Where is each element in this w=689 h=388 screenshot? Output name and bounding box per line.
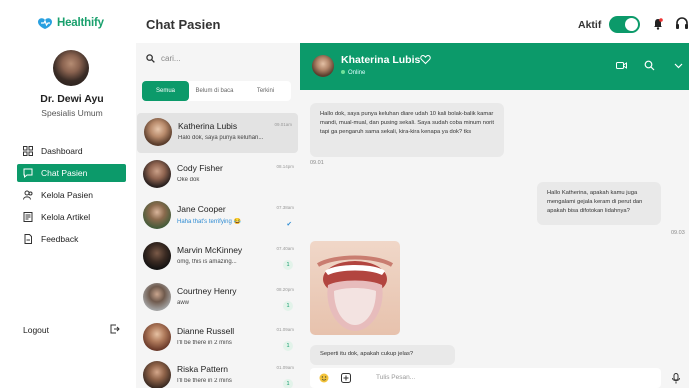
contact-time: 01.09am xyxy=(276,327,294,332)
message-bubble-incoming: Hallo dok, saya punya keluhan diare udah… xyxy=(310,103,504,157)
nav-label: Kelola Pasien xyxy=(41,190,93,200)
search-box[interactable]: cari... xyxy=(146,54,181,63)
contact-name: Riska Pattern xyxy=(177,364,229,374)
contact-name: Courtney Henry xyxy=(177,286,237,296)
message-input[interactable]: Tulis Pesan... xyxy=(376,374,415,381)
search-icon[interactable] xyxy=(644,60,655,71)
contact-time: 07.40am xyxy=(276,246,294,251)
headset-icon[interactable] xyxy=(675,17,689,31)
contact-item[interactable]: Jane Cooper Haha that's terrifying 😂 07.… xyxy=(136,196,300,236)
brand-logo[interactable]: Healthify xyxy=(36,16,104,30)
contact-preview: Haha that's terrifying 😂 xyxy=(177,219,241,225)
contact-time: 01.09am xyxy=(276,365,294,370)
feedback-icon xyxy=(24,234,32,244)
sidebar: Healthify Dr. Dewi Ayu Spesialis Umum Da… xyxy=(0,0,136,388)
contact-preview: Halo dok, saya punya keluhan... xyxy=(178,135,264,141)
nav-item-feedback[interactable]: Feedback xyxy=(17,230,126,248)
contact-preview: aww xyxy=(177,300,190,306)
contact-item[interactable]: Marvin McKinney omg, this is amazing... … xyxy=(136,237,300,277)
microphone-icon[interactable] xyxy=(671,373,681,384)
contact-preview: Oke dok xyxy=(177,177,200,183)
contact-name: Katherina Lubis xyxy=(178,121,238,131)
tab-semua[interactable]: Semua xyxy=(142,81,189,101)
chat-header: Khaterina Lubis Online xyxy=(300,43,689,90)
nav-label: Feedback xyxy=(41,234,79,244)
doctor-name: Dr. Dewi Ayu xyxy=(40,93,104,105)
unread-badge: 1 xyxy=(283,379,293,388)
heart-icon[interactable] xyxy=(420,54,431,65)
nav-item-kelola-pasien[interactable]: Kelola Pasien xyxy=(17,186,126,204)
status-toggle[interactable] xyxy=(609,16,640,33)
nav-label: Dashboard xyxy=(41,146,83,156)
chat-icon xyxy=(23,168,33,178)
unread-badge: 1 xyxy=(283,341,293,351)
contact-avatar xyxy=(143,160,171,188)
users-icon xyxy=(23,190,33,200)
contact-avatar xyxy=(143,361,171,388)
nav-item-chat-pasien[interactable]: Chat Pasien xyxy=(17,164,126,182)
contact-item[interactable]: Courtney Henry aww 08.20pm 1 xyxy=(136,278,300,318)
article-icon xyxy=(23,212,33,222)
bell-icon[interactable] xyxy=(653,18,663,30)
chat-avatar xyxy=(312,55,334,77)
nav-label: Chat Pasien xyxy=(41,168,88,178)
contact-name: Marvin McKinney xyxy=(177,245,243,255)
tab-terkini[interactable]: Terkini xyxy=(240,81,291,101)
contact-time: 08.20pm xyxy=(276,287,294,292)
doctor-role: Spesialis Umum xyxy=(41,108,103,118)
app: Healthify Dr. Dewi Ayu Spesialis Umum Da… xyxy=(0,0,689,388)
nav-item-kelola-artikel[interactable]: Kelola Artikel xyxy=(17,208,126,226)
brand-name: Healthify xyxy=(57,17,104,29)
status-label: Aktif xyxy=(578,19,602,31)
contact-avatar xyxy=(143,283,171,311)
contact-time: 08.14pm xyxy=(276,164,294,169)
contact-item[interactable]: Riska Pattern I'll be there in 2 mins 01… xyxy=(136,356,300,388)
contact-time: 07.38am xyxy=(276,205,294,210)
logout-button[interactable]: Logout xyxy=(23,325,49,335)
message-input-bar: Tulis Pesan... xyxy=(310,368,661,388)
nav-item-dashboard[interactable]: Dashboard xyxy=(17,142,126,160)
tongue-photo[interactable] xyxy=(310,241,400,335)
contact-preview: omg, this is amazing... xyxy=(177,259,237,265)
nav-label: Kelola Artikel xyxy=(41,212,91,222)
logout-icon[interactable] xyxy=(110,324,120,334)
message-bubble-outgoing: Hallo Katherina, apakah kamu juga mengal… xyxy=(537,182,661,225)
doctor-avatar xyxy=(53,50,89,86)
message-time: 09.01 xyxy=(310,160,324,166)
contact-time: 09.01am xyxy=(274,122,292,127)
contact-item[interactable]: Cody Fisher Oke dok 08.14pm xyxy=(136,155,300,195)
contact-avatar xyxy=(143,242,171,270)
contact-item[interactable]: Dianne Russell I'll be there in 2 mins 0… xyxy=(136,318,300,358)
page-title: Chat Pasien xyxy=(146,17,221,32)
unread-badge: 1 xyxy=(283,301,293,311)
chat-contact-name: Khaterina Lubis xyxy=(341,54,421,66)
filter-tabs: Semua Belum di baca Terkini xyxy=(142,81,291,101)
tab-belum-dibaca[interactable]: Belum di baca xyxy=(189,81,240,101)
unread-badge: 1 xyxy=(283,260,293,270)
chat-status: Online xyxy=(341,70,365,76)
dashboard-icon xyxy=(23,146,33,156)
message-time: 09.03 xyxy=(671,230,685,236)
video-call-icon[interactable] xyxy=(616,60,627,71)
search-input[interactable]: cari... xyxy=(161,54,181,63)
contact-name: Dianne Russell xyxy=(177,326,235,336)
attach-plus-icon[interactable] xyxy=(341,373,351,383)
chevron-down-icon[interactable] xyxy=(673,60,684,71)
read-check-icon: ✔ xyxy=(286,221,292,228)
contact-preview: I'll be there in 2 mins xyxy=(177,340,232,346)
contact-avatar xyxy=(143,201,171,229)
contact-name: Cody Fisher xyxy=(177,163,223,173)
message-bubble-incoming: Seperti itu dok, apakah cukup jelas? xyxy=(310,345,455,365)
contact-item[interactable]: Katherina Lubis Halo dok, saya punya kel… xyxy=(137,113,298,153)
tongue-image xyxy=(316,255,394,331)
contact-preview: I'll be there in 2 mins xyxy=(177,378,232,384)
contact-avatar xyxy=(143,323,171,351)
contact-avatar xyxy=(144,118,172,146)
contact-name: Jane Cooper xyxy=(177,204,226,214)
healthify-logo-icon xyxy=(38,18,52,29)
emoji-icon[interactable] xyxy=(319,373,329,383)
search-icon xyxy=(146,54,155,63)
